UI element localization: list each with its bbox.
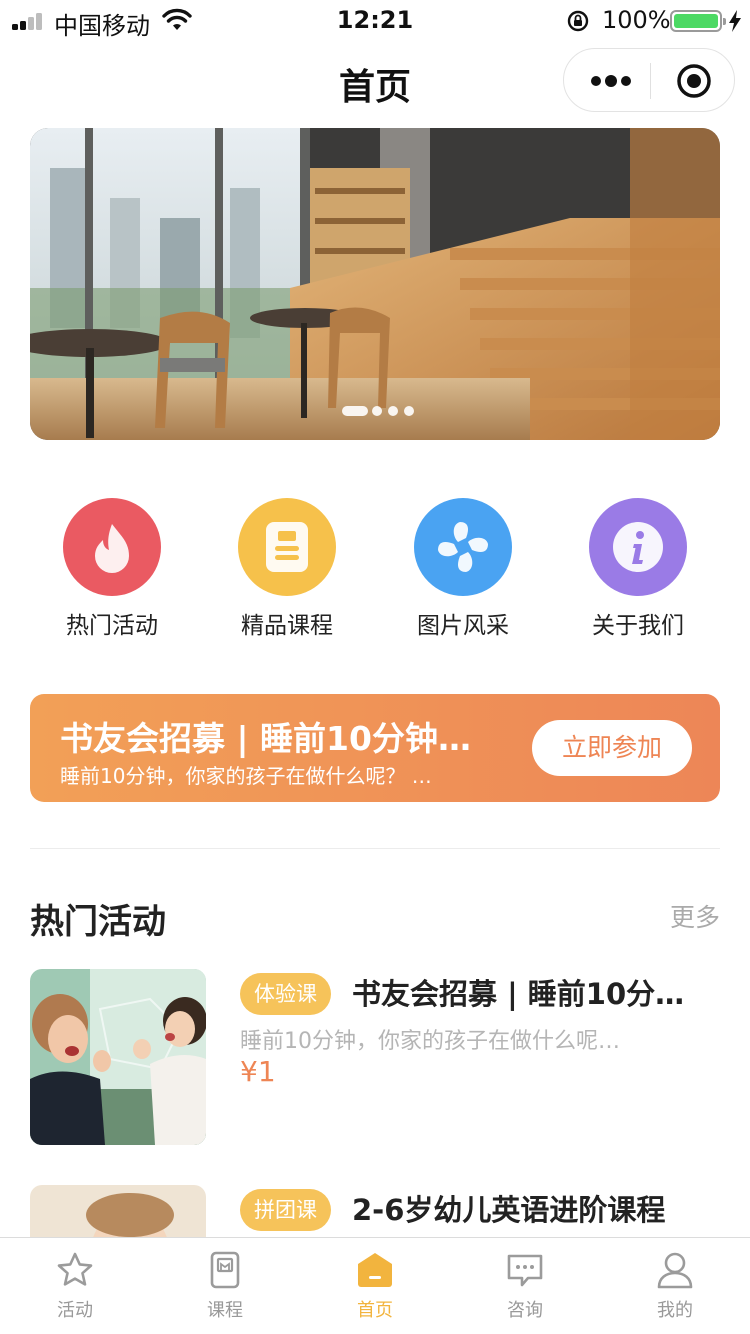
item-thumbnail — [30, 969, 206, 1145]
tab-label: 首页 — [357, 1300, 393, 1321]
tab-label: 活动 — [57, 1300, 93, 1321]
course-tag: 体验课 — [240, 973, 331, 1015]
carousel-dot[interactable] — [372, 406, 382, 416]
flame-icon — [63, 498, 161, 596]
chat-icon — [507, 1254, 543, 1287]
quick-link-about-us[interactable]: 关于我们 — [563, 498, 713, 640]
info-icon — [589, 498, 687, 596]
user-icon — [657, 1252, 693, 1289]
promo-title: 书友会招募 | 睡前10分钟… — [60, 719, 471, 758]
tab-label: 我的 — [657, 1300, 693, 1321]
item-thumbnail — [30, 1185, 206, 1237]
quick-link-label: 精品课程 — [241, 613, 333, 639]
home-icon — [358, 1253, 392, 1287]
more-link[interactable]: 更多 — [670, 898, 720, 934]
tab-consult[interactable]: 咨询 — [450, 1250, 600, 1322]
battery-percent: 100% — [602, 6, 671, 34]
pinwheel-icon — [414, 498, 512, 596]
item-price: ¥1 — [240, 1055, 276, 1088]
more-icon[interactable] — [590, 71, 632, 91]
tab-courses[interactable]: 课程 — [150, 1250, 300, 1322]
quick-link-label: 热门活动 — [66, 613, 158, 639]
capsule-divider — [650, 63, 651, 99]
section-title: 热门活动 — [30, 902, 166, 942]
quick-link-hot-activities[interactable]: 热门活动 — [37, 498, 187, 640]
quick-links: 热门活动 精品课程 图片风采 关于我们 — [0, 498, 750, 640]
item-description: 睡前10分钟，你家的孩子在做什么呢… — [240, 1029, 620, 1054]
charging-icon — [729, 10, 741, 32]
promo-banner[interactable]: 书友会招募 | 睡前10分钟… 睡前10分钟，你家的孩子在做什么呢？ … 立即参… — [30, 694, 720, 802]
course-icon — [210, 1251, 240, 1289]
tab-bar: 活动 课程 首页 咨询 我的 — [0, 1237, 750, 1334]
banner-carousel[interactable] — [30, 128, 720, 440]
book-icon — [238, 498, 336, 596]
list-item[interactable]: 体验课 书友会招募 | 睡前10分… 睡前10分钟，你家的孩子在做什么呢… ¥1 — [30, 969, 720, 1145]
quick-link-courses[interactable]: 精品课程 — [212, 498, 362, 640]
quick-link-label: 图片风采 — [417, 613, 509, 639]
star-icon — [57, 1252, 93, 1286]
list-item[interactable]: 拼团课 2-6岁幼儿英语进阶课程 — [30, 1185, 720, 1237]
carousel-dot-active[interactable] — [342, 406, 368, 416]
mini-program-capsule — [563, 48, 735, 112]
battery-icon — [670, 10, 726, 32]
tab-label: 咨询 — [507, 1300, 543, 1321]
item-title: 书友会招募 | 睡前10分… — [352, 977, 685, 1011]
promo-subtitle: 睡前10分钟，你家的孩子在做什么呢？ … — [60, 764, 432, 788]
status-bar: 中国移动 12:21 100% — [0, 0, 750, 40]
banner-image — [30, 128, 720, 440]
carousel-dot[interactable] — [404, 406, 414, 416]
rotation-lock-icon — [567, 10, 589, 32]
quick-link-photos[interactable]: 图片风采 — [388, 498, 538, 640]
carousel-dot[interactable] — [388, 406, 398, 416]
target-icon[interactable] — [676, 63, 712, 99]
join-now-button[interactable]: 立即参加 — [532, 720, 692, 776]
section-divider — [30, 848, 720, 849]
quick-link-label: 关于我们 — [592, 613, 684, 639]
tab-activities[interactable]: 活动 — [0, 1250, 150, 1322]
tab-mine[interactable]: 我的 — [600, 1250, 750, 1322]
course-tag: 拼团课 — [240, 1189, 331, 1231]
tab-home[interactable]: 首页 — [300, 1250, 450, 1322]
tab-label: 课程 — [207, 1300, 243, 1321]
item-title: 2-6岁幼儿英语进阶课程 — [352, 1193, 666, 1227]
battery-fill — [674, 14, 718, 28]
